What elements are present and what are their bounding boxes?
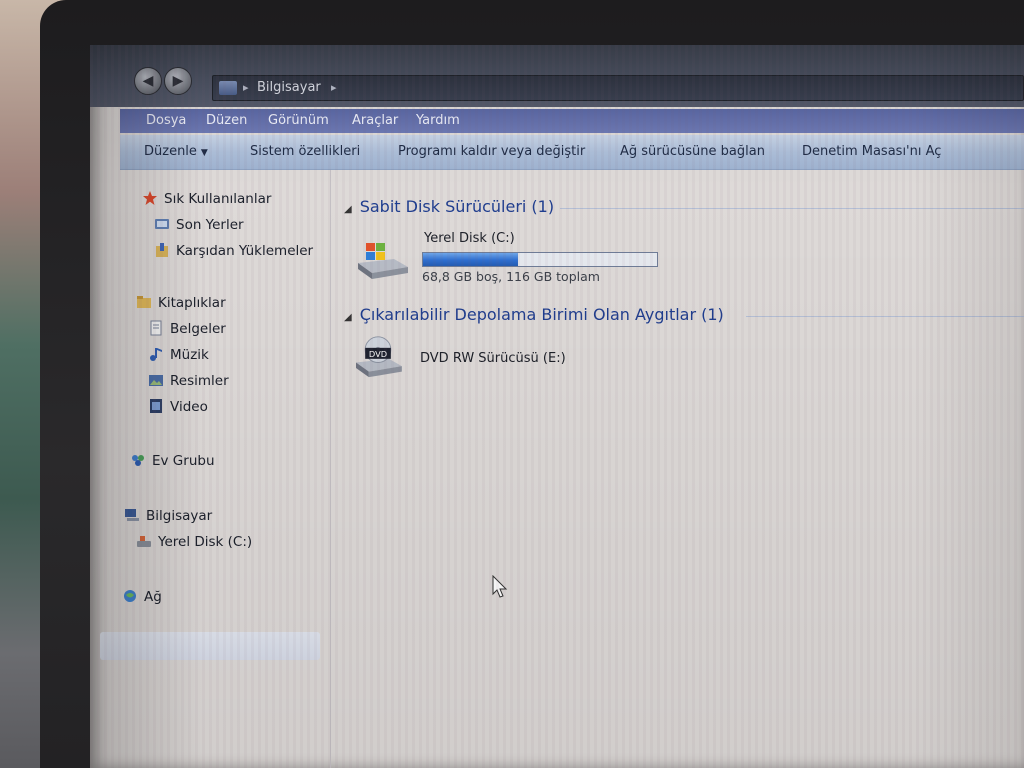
open-control-panel-button[interactable]: Denetim Masası'nı Aç (798, 135, 945, 169)
computer-icon (125, 509, 139, 521)
nav-favorites[interactable]: Sık Kullanılanlar (142, 188, 271, 210)
nav-recent-label: Son Yerler (176, 217, 244, 233)
organize-label: Düzenle (144, 144, 197, 159)
nav-documents-label: Belgeler (170, 321, 226, 337)
chevron-down-icon: ▼ (200, 148, 208, 158)
nav-video[interactable]: Video (148, 396, 208, 418)
local-disk-space-info: 68,8 GB boş, 116 GB toplam (422, 269, 600, 284)
nav-homegroup-label: Ev Grubu (152, 453, 215, 469)
nav-favorites-label: Sık Kullanılanlar (164, 191, 272, 207)
collapse-caret-icon[interactable]: ◢ (344, 204, 352, 215)
local-disk-icon (137, 536, 151, 547)
nav-video-label: Video (170, 399, 208, 415)
pane-divider[interactable] (330, 170, 331, 768)
nav-pictures[interactable]: Resimler (148, 370, 229, 392)
breadcrumb-separator-icon[interactable]: ▸ (331, 76, 337, 100)
dvd-drive-name[interactable]: DVD RW Sürücüsü (E:) (420, 351, 566, 366)
organize-button[interactable]: Düzenle ▼ (140, 135, 212, 169)
network-icon (124, 590, 136, 602)
music-note-icon (150, 348, 162, 361)
video-icon (150, 399, 162, 413)
pictures-icon (149, 375, 163, 386)
dvd-badge: DVD (369, 349, 387, 359)
nav-recent-places[interactable]: Son Yerler (154, 214, 244, 236)
hard-disks-group-header[interactable]: ◢ Sabit Disk Sürücüleri (1) (344, 195, 554, 219)
group-divider (746, 316, 1024, 317)
recent-places-icon (155, 219, 169, 229)
nav-documents[interactable]: Belgeler (148, 318, 226, 340)
nav-libraries[interactable]: Kitaplıklar (136, 292, 226, 314)
menu-bar: Dosya Düzen Görünüm Araçlar Yardım (120, 109, 1024, 133)
nav-pictures-label: Resimler (170, 373, 229, 389)
nav-homegroup[interactable]: Ev Grubu (130, 450, 215, 472)
group-divider (560, 208, 1024, 209)
document-icon (150, 320, 162, 336)
homegroup-icon (132, 455, 144, 466)
downloads-icon (156, 243, 168, 257)
local-disk-name[interactable]: Yerel Disk (C:) (424, 231, 515, 246)
nav-music-label: Müzik (170, 347, 209, 363)
nav-music[interactable]: Müzik (148, 344, 209, 366)
address-bar[interactable]: ▸ Bilgisayar ▸ (212, 75, 1024, 101)
navigation-pane: Sık Kullanılanlar Son Yerler Karşıdan Yü… (90, 170, 330, 768)
system-properties-button[interactable]: Sistem özellikleri (246, 135, 364, 169)
capacity-bar (422, 252, 658, 267)
breadcrumb-computer[interactable]: Bilgisayar (257, 76, 321, 100)
menu-edit[interactable]: Düzen (202, 109, 251, 133)
explorer-window: ◀ ▶ ▸ Bilgisayar ▸ Dosya Düzen Görünüm A… (90, 45, 1024, 768)
command-bar: Düzenle ▼ Sistem özellikleri Programı kal… (120, 135, 1024, 170)
nav-network[interactable]: Ağ (122, 586, 162, 608)
nav-computer-label: Bilgisayar (146, 508, 213, 524)
nav-libraries-label: Kitaplıklar (158, 295, 226, 311)
libraries-icon (137, 296, 151, 308)
menu-help[interactable]: Yardım (412, 109, 464, 133)
nav-computer[interactable]: Bilgisayar (124, 505, 212, 527)
map-network-drive-button[interactable]: Ağ sürücüsüne bağlan (616, 135, 769, 169)
dvd-drive-icon[interactable]: DVD (350, 335, 406, 379)
menu-view[interactable]: Görünüm (264, 109, 333, 133)
forward-arrow-icon[interactable]: ▶ (164, 67, 192, 95)
title-bar: ◀ ▶ ▸ Bilgisayar ▸ (90, 45, 1024, 107)
menu-file[interactable]: Dosya (142, 109, 190, 133)
collapse-caret-icon[interactable]: ◢ (344, 312, 352, 323)
capacity-bar-fill (423, 253, 519, 266)
nav-downloads[interactable]: Karşıdan Yüklemeler (154, 240, 313, 262)
hard-drive-icon[interactable] (354, 237, 410, 281)
nav-network-label: Ağ (144, 589, 162, 605)
removable-group-title: Çıkarılabilir Depolama Birimi Olan Aygıt… (359, 305, 724, 324)
computer-icon (219, 81, 237, 95)
hard-disks-group-title: Sabit Disk Sürücüleri (1) (359, 197, 555, 216)
nav-local-disk[interactable]: Yerel Disk (C:) (136, 531, 252, 553)
uninstall-program-button[interactable]: Programı kaldır veya değiştir (394, 135, 589, 169)
star-icon (143, 191, 157, 205)
menu-tools[interactable]: Araçlar (348, 109, 402, 133)
breadcrumb-separator-icon[interactable]: ▸ (243, 76, 249, 100)
nav-local-disk-label: Yerel Disk (C:) (158, 534, 253, 550)
removable-group-header[interactable]: ◢ Çıkarılabilir Depolama Birimi Olan Aygı… (344, 303, 724, 327)
selected-highlight (100, 632, 320, 660)
nav-downloads-label: Karşıdan Yüklemeler (176, 243, 314, 259)
mouse-cursor-icon (492, 575, 508, 598)
back-arrow-icon[interactable]: ◀ (134, 67, 162, 95)
